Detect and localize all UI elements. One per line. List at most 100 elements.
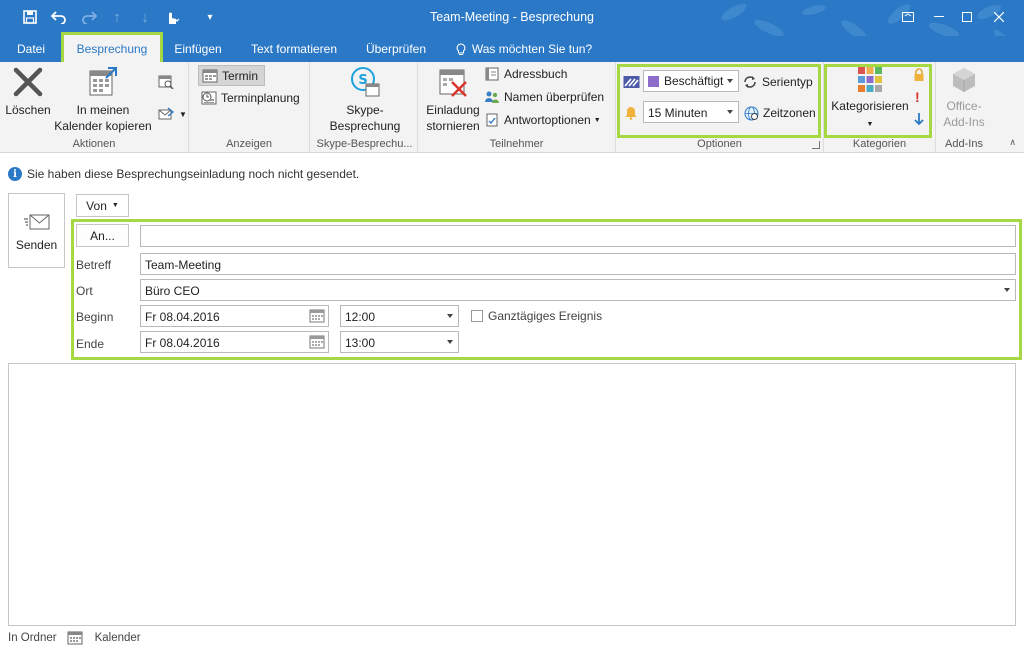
copy-label-line1: In meinen: [76, 103, 130, 117]
adressbuch-label: Adressbuch: [504, 67, 568, 81]
end-date-field[interactable]: Fr 08.04.2016: [140, 331, 329, 353]
to-field[interactable]: [140, 225, 1016, 247]
copy-label-line2: Kalender kopieren: [54, 119, 152, 133]
tab-text-formatieren[interactable]: Text formatieren: [244, 38, 344, 62]
info-message: Sie haben diese Besprechungseinladung no…: [27, 167, 360, 181]
location-label: Ort: [76, 284, 93, 298]
copy-to-calendar-button[interactable]: In meinen Kalender kopieren: [54, 66, 152, 134]
termin-button[interactable]: Termin: [198, 65, 266, 86]
forward-options-button[interactable]: ▼: [158, 104, 187, 124]
group-label-anzeigen: Anzeigen: [226, 138, 272, 150]
ribbon-display-icon[interactable]: [893, 6, 923, 28]
calendar-search-icon: [158, 75, 174, 89]
maximize-icon[interactable]: [952, 6, 982, 28]
delete-x-icon: [13, 67, 43, 97]
calendar-cancel-icon: [439, 69, 467, 97]
addins-label-line1: Office-: [946, 99, 982, 113]
group-addins: Office- Add-Ins Add-Ins: [936, 62, 992, 153]
location-field[interactable]: Büro CEO: [140, 279, 1016, 301]
message-body[interactable]: [8, 363, 1016, 626]
subject-label: Betreff: [76, 258, 112, 272]
response-options-button[interactable]: Antwortoptionen ▼: [484, 110, 601, 130]
end-time-field[interactable]: 13:00: [340, 331, 459, 353]
chevron-down-icon: [1004, 288, 1010, 292]
tab-einfuegen[interactable]: Einfügen: [168, 38, 228, 62]
send-envelope-icon: [23, 214, 49, 230]
send-button[interactable]: Senden: [8, 193, 65, 268]
tab-besprechung[interactable]: Besprechung: [61, 32, 163, 62]
from-label: Von: [86, 198, 107, 213]
info-icon: i: [8, 167, 22, 181]
group-anzeigen: Termin Terminplanung Anzeigen: [189, 62, 310, 153]
group-skype: S Skype- Besprechung Skype-Besprechu...: [312, 62, 418, 153]
calendar-clock-icon: [201, 91, 217, 105]
calendar-icon: [202, 69, 218, 82]
delete-button[interactable]: Löschen: [4, 66, 52, 118]
start-date-field[interactable]: Fr 08.04.2016: [140, 305, 329, 327]
cancel-invitation-button[interactable]: Einladung stornieren: [422, 66, 484, 134]
window-title: Team-Meeting - Besprechung: [430, 10, 594, 24]
end-time-value: 13:00: [345, 336, 376, 350]
envelope-forward-icon: [158, 107, 174, 120]
lightbulb-icon: [456, 43, 466, 56]
from-button[interactable]: Von ▼: [76, 194, 129, 217]
subject-field[interactable]: Team-Meeting: [140, 253, 1016, 275]
calendar-copy-icon: [89, 67, 117, 96]
end-date-value: Fr 08.04.2016: [145, 336, 220, 350]
minimize-icon[interactable]: [924, 6, 954, 28]
info-bar: i Sie haben diese Besprechungseinladung …: [8, 166, 359, 182]
collapse-ribbon-icon[interactable]: ∧: [1009, 137, 1016, 148]
terminplanung-label: Terminplanung: [221, 91, 300, 105]
cancel-label-line1: Einladung: [426, 103, 480, 117]
allday-checkbox[interactable]: [471, 310, 483, 322]
chevron-down-icon: [447, 340, 453, 344]
tell-me-search[interactable]: Was möchten Sie tun?: [449, 38, 599, 62]
skype-meeting-button[interactable]: S Skype- Besprechung: [322, 66, 408, 134]
title-bar: ↑ ↓ ▾ Team-Meeting - Besprechung: [0, 0, 1024, 36]
terminplanung-button[interactable]: Terminplanung: [201, 88, 300, 108]
allday-label: Ganztägiges Ereignis: [488, 309, 603, 323]
response-options-icon: [486, 113, 498, 127]
termin-label: Termin: [222, 68, 259, 83]
ribbon: Löschen In meinen Kalender kopieren ▼ Ak…: [0, 62, 1024, 153]
close-icon[interactable]: [984, 6, 1014, 28]
folder-name: Kalender: [94, 632, 141, 644]
tab-ueberpruefen[interactable]: Überprüfen: [360, 38, 432, 62]
footer: In Ordner Kalender: [8, 630, 141, 646]
chevron-down-icon: ▼: [593, 116, 601, 124]
skype-label-line1: Skype-: [346, 103, 384, 117]
group-label-optionen: Optionen: [697, 138, 742, 150]
chevron-down-icon: [447, 314, 453, 318]
group-label-skype: Skype-Besprechu...: [316, 138, 413, 150]
location-value: Büro CEO: [145, 284, 200, 298]
group-label-addins: Add-Ins: [945, 138, 983, 150]
start-time-value: 12:00: [345, 310, 376, 324]
group-teilnehmer: Einladung stornieren Adressbuch Namen üb…: [418, 62, 616, 153]
highlight-optionen: [617, 64, 821, 138]
tell-me-label: Was möchten Sie tun?: [471, 42, 593, 56]
calendar-picker-icon[interactable]: [309, 335, 325, 349]
dialog-launcher-icon[interactable]: [812, 141, 820, 149]
calendar-picker-icon[interactable]: [309, 309, 325, 323]
address-book-icon: [485, 67, 499, 81]
highlight-kategorien: [824, 64, 932, 138]
skype-icon: S: [351, 67, 380, 97]
antwort-label: Antwortoptionen: [504, 113, 591, 127]
to-button[interactable]: An...: [76, 224, 129, 247]
group-label-teilnehmer: Teilnehmer: [489, 138, 544, 150]
chevron-down-icon: ▼: [111, 202, 119, 209]
view-item-button[interactable]: [158, 72, 174, 92]
start-time-field[interactable]: 12:00: [340, 305, 459, 327]
group-label-kategorien: Kategorien: [852, 138, 907, 150]
tab-datei[interactable]: Datei: [8, 38, 54, 62]
adressbuch-button[interactable]: Adressbuch: [484, 64, 567, 84]
group-aktionen: Löschen In meinen Kalender kopieren ▼ Ak…: [0, 62, 189, 153]
end-label: Ende: [76, 337, 105, 351]
send-label: Senden: [15, 238, 58, 252]
check-names-button[interactable]: Namen überprüfen: [484, 87, 604, 107]
office-addins-button[interactable]: Office- Add-Ins: [938, 66, 990, 130]
ribbon-tabs: Datei Besprechung Einfügen Text formatie…: [0, 32, 1024, 62]
people-check-icon: [485, 91, 499, 103]
group-label-aktionen: Aktionen: [72, 138, 116, 150]
cancel-label-line2: stornieren: [426, 119, 480, 133]
